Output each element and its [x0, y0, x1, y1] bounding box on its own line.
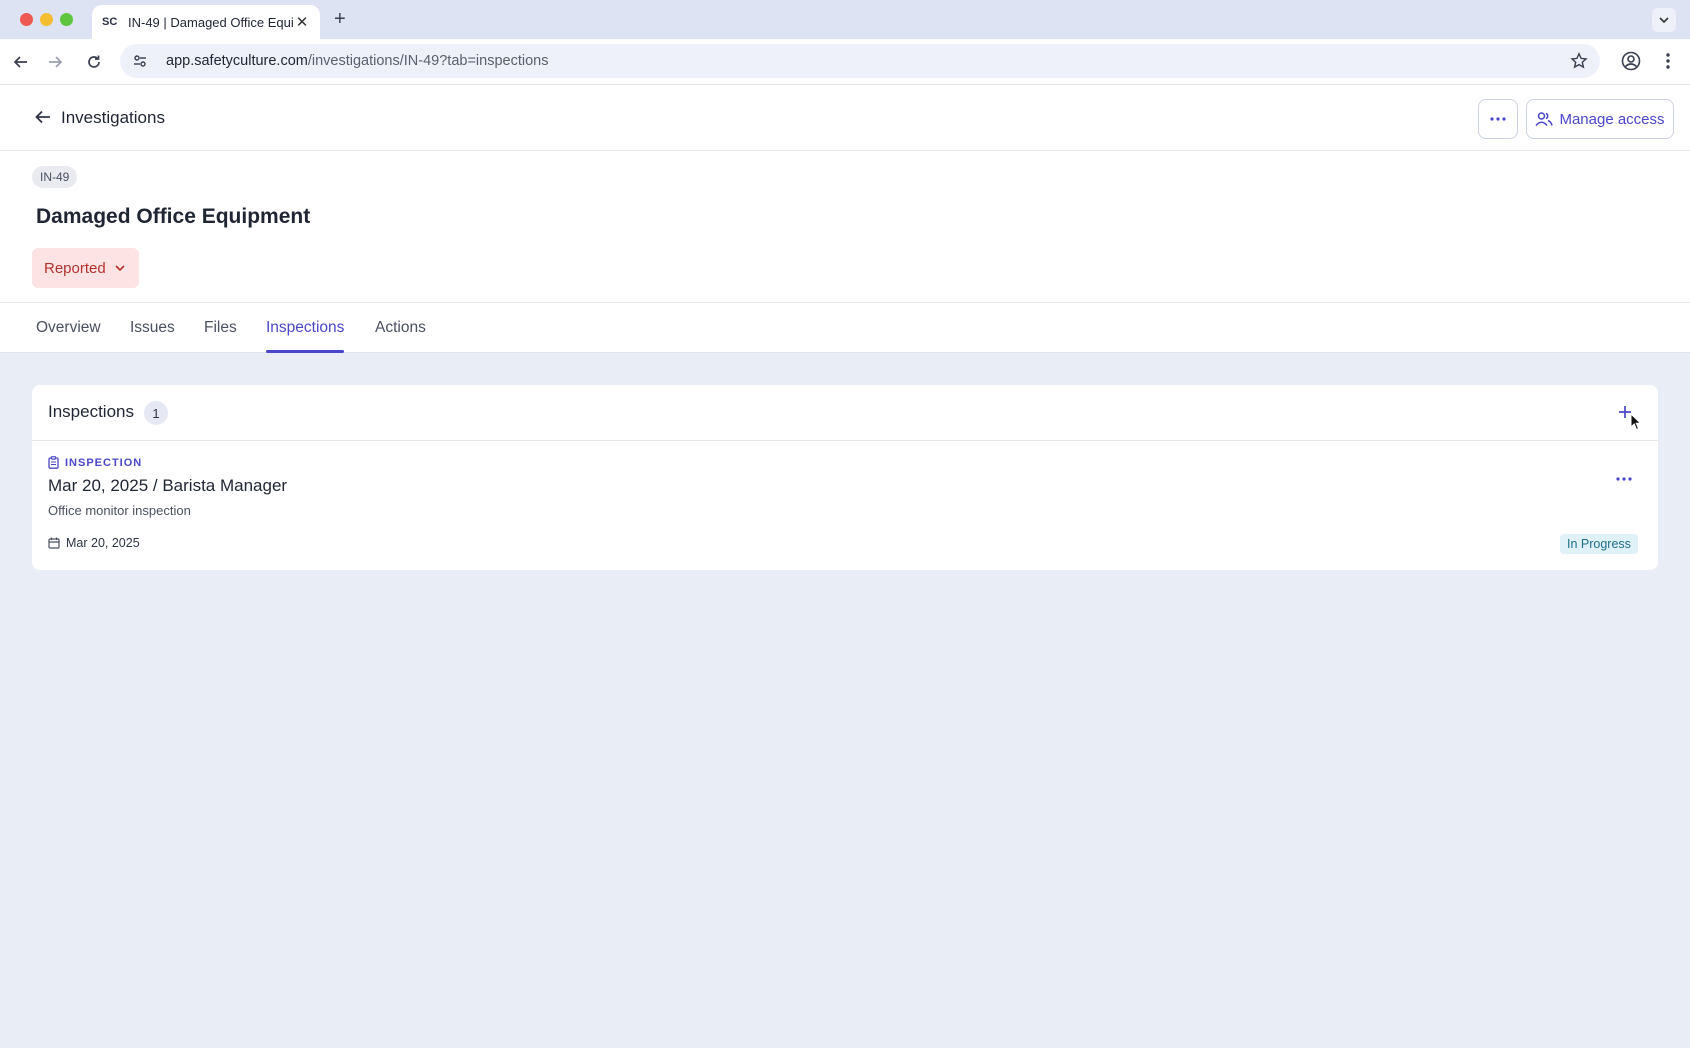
- reload-icon[interactable]: [83, 51, 105, 73]
- back-nav-icon[interactable]: [10, 51, 32, 73]
- inspection-title[interactable]: Mar 20, 2025 / Barista Manager: [48, 476, 287, 496]
- inspection-type-text: INSPECTION: [65, 456, 143, 469]
- bookmark-star-icon[interactable]: [1570, 52, 1588, 75]
- url-text: app.safetyculture.com/investigations/IN-…: [166, 53, 549, 69]
- tab-issues[interactable]: Issues: [130, 303, 175, 353]
- status-dropdown-label: Reported: [44, 259, 106, 277]
- forward-nav-icon[interactable]: [44, 51, 66, 73]
- ellipsis-icon: [1490, 117, 1506, 121]
- browser-tab-title: IN-49 | Damaged Office Equip: [128, 14, 294, 30]
- tab-inspections[interactable]: Inspections: [266, 303, 345, 353]
- tab-actions[interactable]: Actions: [375, 303, 426, 353]
- tab-files[interactable]: Files: [204, 303, 237, 353]
- tab-search-chevron-icon[interactable]: [1652, 8, 1676, 32]
- chevron-down-icon: [115, 265, 125, 272]
- mouse-cursor-icon: [1630, 412, 1642, 436]
- record-id-badge: IN-49: [32, 166, 78, 188]
- more-options-button[interactable]: [1478, 99, 1518, 139]
- new-tab-icon[interactable]: +: [334, 8, 346, 31]
- manage-access-button[interactable]: Manage access: [1526, 99, 1674, 139]
- browser-menu-icon[interactable]: [1660, 50, 1676, 77]
- status-badge: In Progress: [1560, 534, 1638, 554]
- address-bar[interactable]: app.safetyculture.com/investigations/IN-…: [120, 44, 1600, 78]
- browser-toolbar: app.safetyculture.com/investigations/IN-…: [0, 39, 1690, 85]
- record-header: IN-49 Damaged Office Equipment Reported: [0, 151, 1690, 303]
- status-dropdown[interactable]: Reported: [32, 248, 139, 288]
- inspection-type-label: INSPECTION: [48, 456, 142, 469]
- inspection-date-text: Mar 20, 2025: [66, 536, 140, 550]
- inspection-date: Mar 20, 2025: [48, 536, 140, 550]
- users-icon: [1535, 112, 1554, 127]
- inspections-card: Inspections 1 INSPECTION Mar 20, 2025 / …: [32, 385, 1658, 570]
- safetyculture-favicon-icon: SC: [102, 16, 118, 28]
- manage-access-label: Manage access: [1559, 110, 1665, 128]
- tab-overview[interactable]: Overview: [36, 303, 101, 353]
- site-settings-icon[interactable]: [132, 52, 150, 70]
- browser-tab-bar: SC IN-49 | Damaged Office Equip ✕ +: [0, 0, 1690, 39]
- back-arrow-icon[interactable]: [34, 108, 52, 131]
- close-window-button[interactable]: [20, 13, 33, 26]
- app-header: Investigations Manage access: [0, 85, 1690, 151]
- inspections-card-header: Inspections 1: [32, 385, 1658, 441]
- minimize-window-button[interactable]: [40, 13, 53, 26]
- browser-tab[interactable]: SC IN-49 | Damaged Office Equip ✕: [92, 5, 320, 39]
- back-to-investigations-link[interactable]: Investigations: [61, 108, 165, 128]
- profile-icon[interactable]: [1620, 50, 1642, 77]
- inspections-count-badge: 1: [144, 401, 168, 425]
- inspection-more-button[interactable]: [1614, 469, 1634, 489]
- inspection-subtitle: Office monitor inspection: [48, 503, 191, 518]
- record-tabs: Overview Issues Files Inspections Action…: [0, 303, 1690, 353]
- close-tab-icon[interactable]: ✕: [294, 13, 310, 31]
- clipboard-icon: [48, 456, 59, 469]
- page-title: Damaged Office Equipment: [36, 205, 311, 228]
- inspections-section-title: Inspections: [48, 402, 134, 421]
- ellipsis-icon: [1616, 477, 1632, 481]
- maximize-window-button[interactable]: [60, 13, 73, 26]
- calendar-icon: [48, 537, 60, 549]
